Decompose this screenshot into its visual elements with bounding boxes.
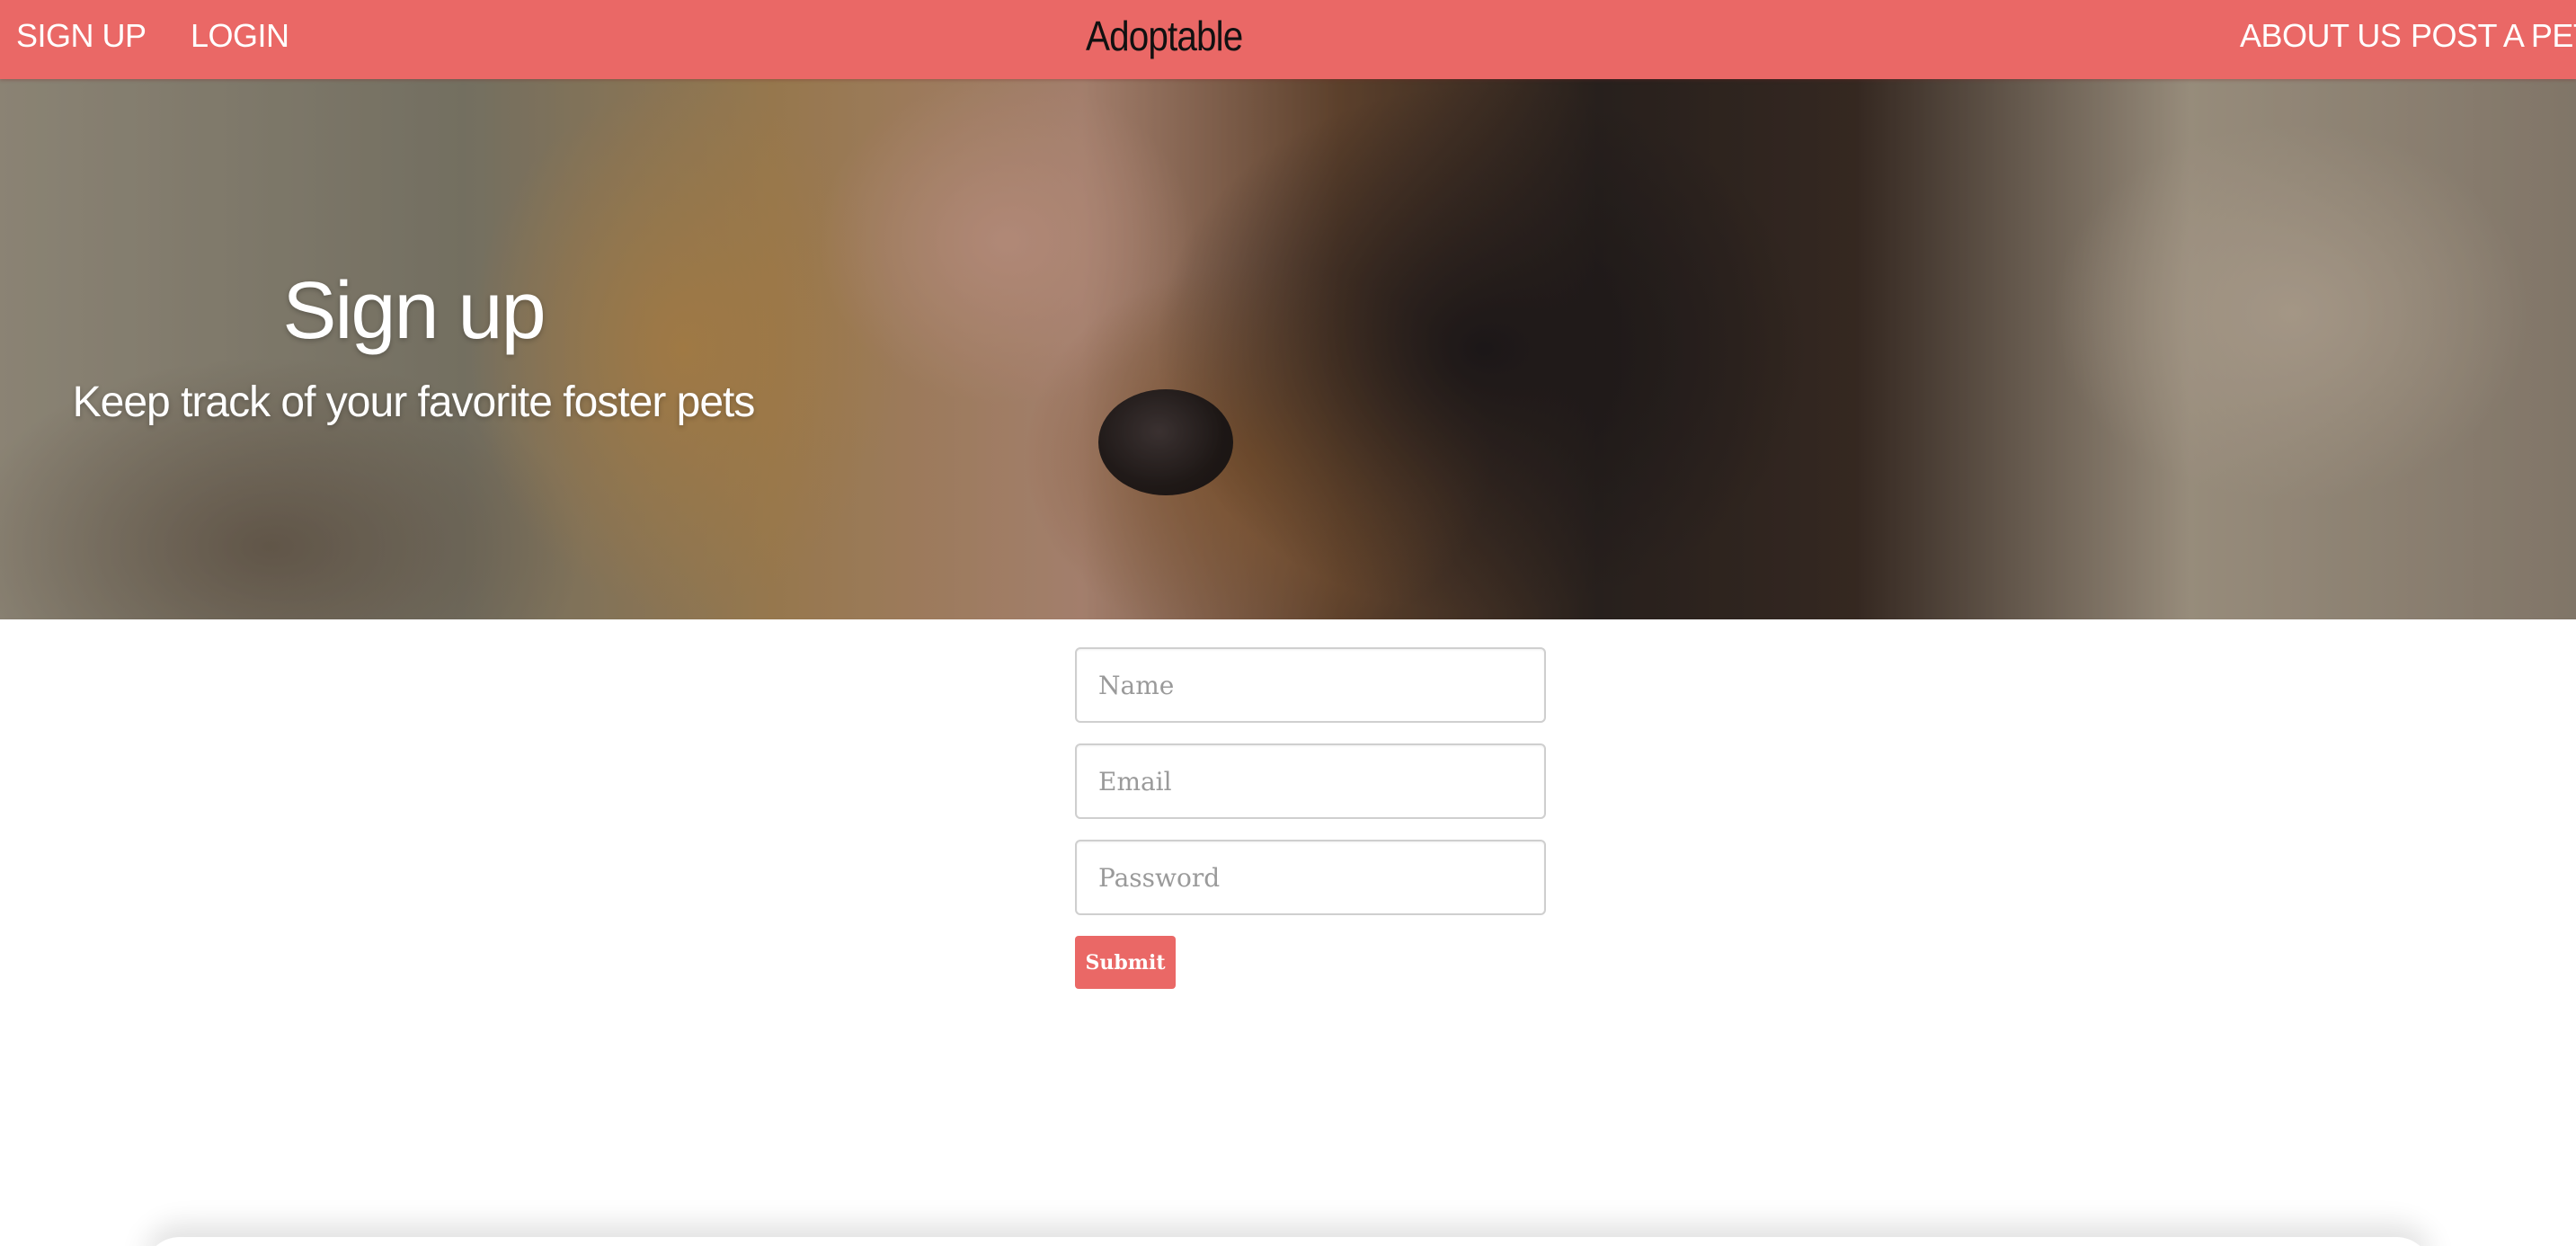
signup-form: Submit xyxy=(1075,647,1546,989)
brand-logo[interactable]: Adoptable xyxy=(1086,0,1243,79)
name-input[interactable] xyxy=(1075,647,1546,723)
nav-login-link[interactable]: LOGIN xyxy=(191,0,289,79)
hero-title: Sign up xyxy=(282,266,546,356)
top-navbar: SIGN UP LOGIN Adoptable ABOUT US POST A … xyxy=(0,0,2576,79)
nav-signup-link[interactable]: SIGN UP xyxy=(16,0,147,79)
nav-post-pet-link[interactable]: POST A PET xyxy=(2411,0,2576,79)
password-input[interactable] xyxy=(1075,840,1546,915)
hero-subtitle: Keep track of your favorite foster pets xyxy=(72,378,756,426)
hero-banner: Sign up Keep track of your favorite fost… xyxy=(0,79,2576,619)
submit-button[interactable]: Submit xyxy=(1075,936,1176,989)
email-input[interactable] xyxy=(1075,743,1546,819)
nav-about-link[interactable]: ABOUT US xyxy=(2240,0,2402,79)
footer-edge xyxy=(144,1237,2432,1246)
